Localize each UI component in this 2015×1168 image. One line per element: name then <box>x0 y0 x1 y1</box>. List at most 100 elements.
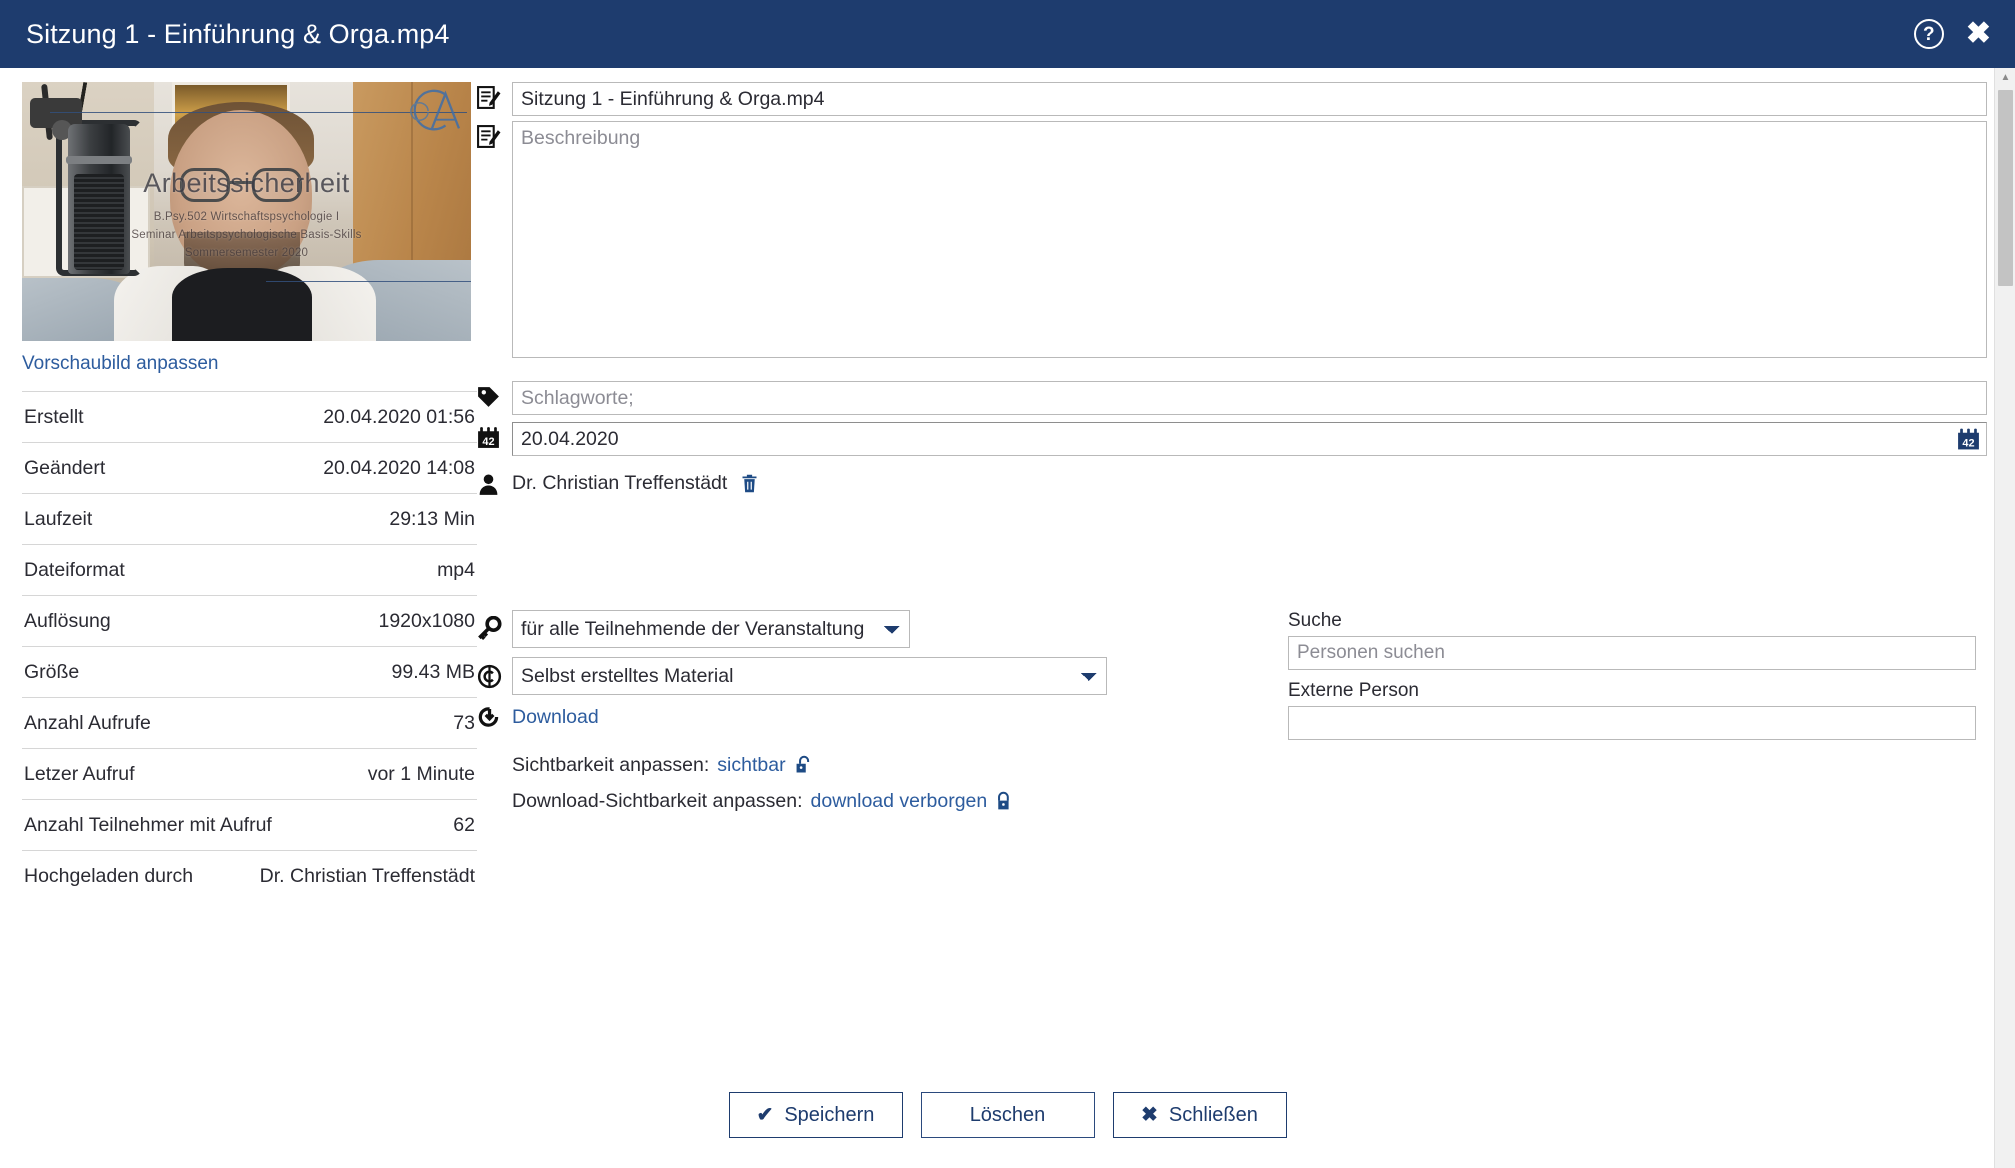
table-row: Laufzeit 29:13 Min <box>22 494 477 545</box>
meta-label: Erstellt <box>24 406 84 428</box>
assigned-person-row: Dr. Christian Treffenstädt <box>476 469 1987 497</box>
meta-label: Laufzeit <box>24 508 93 530</box>
slide-title: Arbeitssicherheit <box>143 168 350 198</box>
table-row: Anzahl Aufrufe 73 <box>22 698 477 749</box>
trash-icon <box>742 474 757 492</box>
table-row: Dateiformat mp4 <box>22 545 477 596</box>
lock-icon[interactable] <box>995 791 1015 812</box>
meta-value: 20.04.2020 14:08 <box>323 457 475 479</box>
title-input[interactable] <box>512 82 1987 116</box>
svg-text:42: 42 <box>1962 437 1974 449</box>
slide-subtitle-2: Seminar Arbeitspsychologische Basis-Skil… <box>131 229 362 241</box>
title-bar-actions: ? ✖ <box>1913 19 1991 49</box>
university-logo-icon <box>410 89 461 131</box>
key-icon <box>476 615 512 643</box>
external-person-label: Externe Person <box>1288 680 1419 701</box>
scrollbar-thumb[interactable] <box>1998 90 2013 286</box>
meta-label: Dateiformat <box>24 559 125 581</box>
tags-input[interactable] <box>512 381 1987 415</box>
help-button[interactable]: ? <box>1913 19 1944 49</box>
date-field-row: 42 42 <box>476 422 1987 456</box>
search-input[interactable] <box>1288 636 1976 670</box>
access-rights-select[interactable]: für alle Teilnehmende der Veranstaltung <box>512 610 910 648</box>
meta-label: Letzer Aufruf <box>24 763 135 785</box>
calendar-icon: 42 <box>1958 428 1979 450</box>
search-label: Suche <box>1288 610 1342 631</box>
delete-button-label: Löschen <box>969 1103 1046 1126</box>
vertical-scrollbar[interactable]: ▲ <box>1994 68 2015 1168</box>
calendar-picker-button[interactable]: 42 <box>1956 427 1981 452</box>
meta-value: 99.43 MB <box>391 661 475 683</box>
table-row: Erstellt 20.04.2020 01:56 <box>22 391 477 443</box>
license-select[interactable]: Selbst erstelltes Material <box>512 657 1107 695</box>
visibility-row: Sichtbarkeit anpassen: sichtbar <box>512 754 1987 777</box>
edit-document-icon <box>476 82 512 110</box>
description-textarea[interactable] <box>512 121 1987 358</box>
delete-button[interactable]: Löschen <box>920 1092 1095 1138</box>
visibility-toggle-link[interactable]: sichtbar <box>717 754 785 777</box>
dialog-title: Sitzung 1 - Einführung & Orga.mp4 <box>26 18 450 49</box>
meta-value: 29:13 Min <box>389 508 475 530</box>
save-button-label: Speichern <box>784 1103 875 1126</box>
table-row: Größe 99.43 MB <box>22 647 477 698</box>
meta-label: Anzahl Teilnehmer mit Aufruf <box>24 814 272 836</box>
save-button[interactable]: ✔ Speichern <box>728 1092 903 1138</box>
close-dialog-button[interactable]: ✖ Schließen <box>1112 1092 1287 1138</box>
meta-label: Größe <box>24 661 80 683</box>
download-visibility-label: Download-Sichtbarkeit anpassen: <box>512 790 803 812</box>
dialog-footer: ✔ Speichern Löschen ✖ Schließen <box>0 1092 2015 1138</box>
slide-subtitle-1: B.Psy.502 Wirtschaftspsychologie I <box>153 211 340 223</box>
copyright-coin-icon <box>476 663 512 690</box>
visibility-label: Sichtbarkeit anpassen: <box>512 754 710 776</box>
tag-icon <box>476 381 512 409</box>
unlock-icon[interactable] <box>794 755 814 776</box>
question-mark-circle-icon: ? <box>1913 19 1944 49</box>
dialog-body: Arbeitssicherheit B.Psy.502 Wirtschaftsp… <box>0 68 2015 1168</box>
meta-value: Dr. Christian Treffenstädt <box>259 865 475 887</box>
close-x-icon: ✖ <box>1965 17 1991 50</box>
meta-label: Geändert <box>24 457 106 479</box>
meta-label: Anzahl Aufrufe <box>24 712 151 734</box>
dialog-title-bar: Sitzung 1 - Einführung & Orga.mp4 ? ✖ <box>0 0 2015 68</box>
edit-thumbnail-link[interactable]: Vorschaubild anpassen <box>22 353 450 375</box>
table-row: Letzer Aufruf vor 1 Minute <box>22 749 477 800</box>
meta-value: vor 1 Minute <box>367 763 475 785</box>
edit-document-icon <box>476 121 512 149</box>
video-thumbnail[interactable]: Arbeitssicherheit B.Psy.502 Wirtschaftsp… <box>22 82 471 341</box>
title-field-row <box>476 82 1987 116</box>
scroll-up-arrow[interactable]: ▲ <box>1995 68 2015 87</box>
download-visibility-row: Download-Sichtbarkeit anpassen: download… <box>512 790 1987 813</box>
close-button[interactable]: ✖ <box>1966 19 1991 49</box>
download-rotate-icon <box>476 704 512 730</box>
description-field-row <box>476 121 1987 358</box>
table-row: Anzahl Teilnehmer mit Aufruf 62 <box>22 800 477 851</box>
date-input[interactable] <box>512 422 1987 456</box>
download-visibility-toggle-link[interactable]: download verborgen <box>811 790 988 813</box>
external-person-input[interactable] <box>1288 706 1976 740</box>
meta-value: 20.04.2020 01:56 <box>323 406 475 428</box>
slide-subtitle-3: Sommersemester 2020 <box>184 247 309 259</box>
table-row: Hochgeladen durch Dr. Christian Treffens… <box>22 851 477 901</box>
remove-person-button[interactable] <box>739 473 760 494</box>
meta-label: Auflösung <box>24 610 111 632</box>
scroll-area: Arbeitssicherheit B.Psy.502 Wirtschaftsp… <box>0 68 2015 1168</box>
thumbnail-slide-overlay: Arbeitssicherheit B.Psy.502 Wirtschaftsp… <box>22 82 471 341</box>
tags-field-row <box>476 381 1987 415</box>
metadata-table: Erstellt 20.04.2020 01:56 Geändert 20.04… <box>22 391 477 901</box>
table-row: Auflösung 1920x1080 <box>22 596 477 647</box>
person-name: Dr. Christian Treffenstädt <box>512 471 728 494</box>
meta-label: Hochgeladen durch <box>24 865 194 887</box>
x-icon: ✖ <box>1141 1104 1158 1126</box>
person-icon <box>476 469 512 497</box>
person-search-block: Suche Externe Person <box>1288 610 1976 740</box>
calendar-icon: 42 <box>476 422 512 450</box>
left-info-column: Arbeitssicherheit B.Psy.502 Wirtschaftsp… <box>0 82 477 1168</box>
date-input-wrapper: 42 <box>512 422 1987 456</box>
check-icon: ✔ <box>756 1104 774 1126</box>
close-button-label: Schließen <box>1168 1103 1258 1126</box>
meta-value: 1920x1080 <box>378 610 475 632</box>
slide-rule-bottom <box>266 281 471 282</box>
download-link[interactable]: Download <box>512 706 599 729</box>
svg-text:42: 42 <box>482 436 494 448</box>
table-row: Geändert 20.04.2020 14:08 <box>22 443 477 494</box>
